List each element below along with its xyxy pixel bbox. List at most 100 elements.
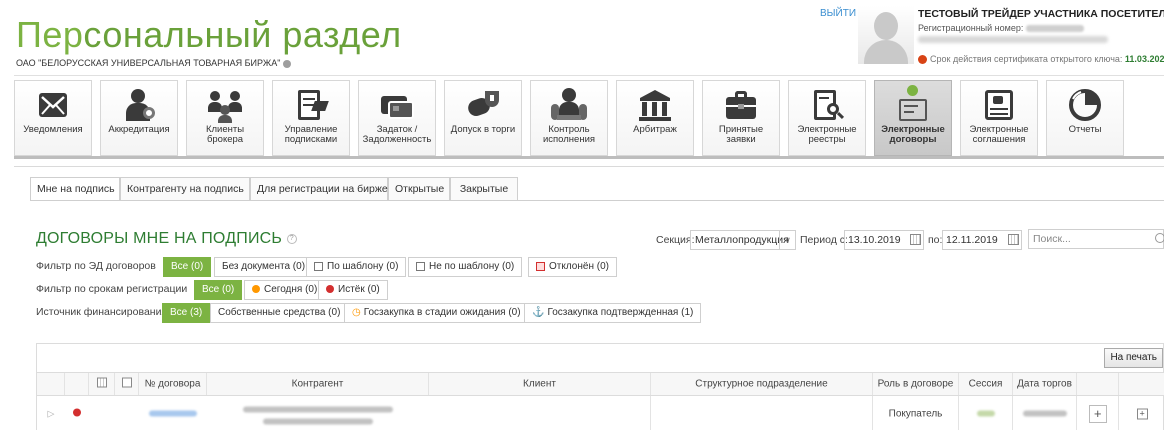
page-title: Персональный раздел <box>16 14 402 55</box>
envelope-icon <box>35 87 71 123</box>
pie-chart-icon <box>1067 87 1103 123</box>
chip-terms-expired[interactable]: Истёк (0) <box>318 280 388 300</box>
orange-dot-icon <box>252 285 260 294</box>
table-row[interactable]: ▷ Покупатель + + <box>37 396 1164 430</box>
doc-col-icon <box>115 373 139 395</box>
chip-ed-template[interactable]: По шаблону (0) <box>306 257 407 277</box>
session-cell <box>959 396 1013 430</box>
toolbar-trade-admission[interactable]: Допуск в торги <box>444 80 522 156</box>
cards-icon <box>379 87 415 123</box>
document-icon <box>416 261 425 271</box>
edit-document-icon <box>293 87 329 123</box>
calendar-col-icon <box>89 373 115 395</box>
active-indicator <box>907 85 918 96</box>
toolbar-subscriptions[interactable]: Управление подписками <box>272 80 350 156</box>
briefcase-icon <box>723 87 759 123</box>
col-role[interactable]: Роль в договоре <box>873 373 959 395</box>
calendar-icon[interactable] <box>910 234 921 245</box>
tab-exchange-registration[interactable]: Для регистрации на бирже <box>250 177 388 201</box>
certificate-icon <box>918 55 927 65</box>
expand-icon[interactable]: ▷ <box>37 396 65 430</box>
section-title: ДОГОВОРЫ МНЕ НА ПОДПИСЬ ? <box>36 230 297 248</box>
toolbar-arbitration[interactable]: Арбитраж <box>616 80 694 156</box>
date-from-field[interactable]: 13.10.2019 <box>844 230 924 250</box>
registration-number: Регистрационный номер: <box>918 23 1084 33</box>
main-toolbar: Уведомления Аккредитация Клиенты брокера… <box>14 75 1164 159</box>
date-to-field[interactable]: 12.11.2019 <box>942 230 1022 250</box>
calendar-icon[interactable] <box>1008 234 1019 245</box>
col-counterparty[interactable]: Контрагент <box>207 373 429 395</box>
chip-ed-rejected[interactable]: Отклонён (0) <box>528 257 617 277</box>
people-icon <box>207 87 243 123</box>
chip-ed-all[interactable]: Все (0) <box>163 257 212 277</box>
chip-ed-non-template[interactable]: Не по шаблону (0) <box>408 257 523 277</box>
info-icon <box>283 59 292 68</box>
avatar <box>858 6 914 64</box>
meeting-icon <box>551 87 587 123</box>
red-dot-icon <box>326 285 334 294</box>
tab-counterparty-signature[interactable]: Контрагенту на подпись <box>120 177 250 201</box>
hidden-info <box>918 36 1108 43</box>
toolbar-accreditation[interactable]: Аккредитация <box>100 80 178 156</box>
col-session[interactable]: Сессия <box>959 373 1013 395</box>
toolbar-electronic-agreements[interactable]: Электронные соглашения <box>960 80 1038 156</box>
status-dot <box>65 396 89 430</box>
search-icon[interactable] <box>1155 233 1164 243</box>
col-client[interactable]: Клиент <box>429 373 651 395</box>
contracts-panel: Мне на подпись Контрагенту на подпись Дл… <box>14 166 1164 430</box>
add-button[interactable]: + <box>1077 396 1119 430</box>
filter-terms: Фильтр по срокам регистрации Все (0) Сег… <box>36 280 836 300</box>
calendar-icon <box>96 377 107 388</box>
help-icon[interactable]: ? <box>286 233 297 244</box>
filter-ed: Фильтр по ЭД договоров Все (0) Без докум… <box>36 257 836 277</box>
contracts-table: На печать № договора Контрагент Клиент С… <box>36 343 1164 430</box>
chip-terms-all[interactable]: Все (0) <box>194 280 243 300</box>
toolbar-accepted-applications[interactable]: Принятые заявки <box>702 80 780 156</box>
chevron-down-icon: ∨ <box>779 231 795 249</box>
section-select[interactable]: Металлопродукция ∨ <box>690 230 796 250</box>
table-header: № договора Контрагент Клиент Структурное… <box>37 372 1164 396</box>
chip-source-all[interactable]: Все (3) <box>162 303 211 323</box>
organization-name: ОАО "БЕЛОРУССКАЯ УНИВЕРСАЛЬНАЯ ТОВАРНАЯ … <box>16 58 292 68</box>
toolbar-notifications[interactable]: Уведомления <box>14 80 92 156</box>
tab-closed[interactable]: Закрытые <box>450 177 518 201</box>
chip-ed-no-document[interactable]: Без документа (0) <box>214 257 314 277</box>
toolbar-electronic-registries[interactable]: Электронные реестры <box>788 80 866 156</box>
toolbar-execution-control[interactable]: Контроль исполнения <box>530 80 608 156</box>
to-label: по: <box>928 234 943 246</box>
rejected-icon <box>536 261 545 271</box>
filter-source: Источник финансирования Все (3) Собствен… <box>36 303 836 323</box>
user-name: ТЕСТОВЫЙ ТРЕЙДЕР УЧАСТНИКА ПОСЕТИТЕЛЯ <box>918 8 1164 20</box>
handshake-shield-icon <box>465 87 501 123</box>
template-icon <box>314 261 323 271</box>
court-icon <box>637 87 673 123</box>
col-trade-date[interactable]: Дата торгов <box>1013 373 1077 395</box>
header: Персональный раздел ОАО "БЕЛОРУССКАЯ УНИ… <box>0 0 1164 70</box>
col-department[interactable]: Структурное подразделение <box>651 373 873 395</box>
clock-icon: ◷ <box>352 307 361 318</box>
toolbar-deposit-debt[interactable]: Задаток / Задолженность <box>358 80 436 156</box>
chip-source-pending[interactable]: ◷ Госзакупка в стадии ожидания (0) <box>344 303 529 323</box>
tab-my-signature[interactable]: Мне на подпись <box>30 177 120 201</box>
cart-icon: ⚓ <box>532 307 545 318</box>
print-button[interactable]: На печать <box>1104 348 1163 368</box>
role-cell: Покупатель <box>873 396 959 430</box>
toolbar-broker-clients[interactable]: Клиенты брокера <box>186 80 264 156</box>
client-cell <box>429 396 651 430</box>
period-label: Период с: <box>800 234 848 246</box>
toolbar-reports[interactable]: Отчеты <box>1046 80 1124 156</box>
chip-source-own-funds[interactable]: Собственные средства (0) <box>210 303 349 323</box>
search-input[interactable]: Поиск... <box>1028 229 1164 249</box>
toolbar-electronic-contracts[interactable]: Электронные договоры <box>874 80 952 156</box>
document-icon <box>121 377 132 388</box>
logout-link[interactable]: ВЫЙТИ <box>820 8 856 19</box>
expand-details-icon[interactable]: + <box>1119 396 1164 430</box>
counterparty-cell <box>207 396 429 430</box>
section-label: Секция: <box>656 234 695 246</box>
col-contract-number[interactable]: № договора <box>139 373 207 395</box>
tab-open[interactable]: Открытые <box>388 177 450 201</box>
chip-terms-today[interactable]: Сегодня (0) <box>244 280 326 300</box>
tab-divider <box>30 200 1164 201</box>
contract-number-link[interactable] <box>139 396 207 430</box>
chip-source-confirmed[interactable]: ⚓ Госзакупка подтвержденная (1) <box>524 303 702 323</box>
